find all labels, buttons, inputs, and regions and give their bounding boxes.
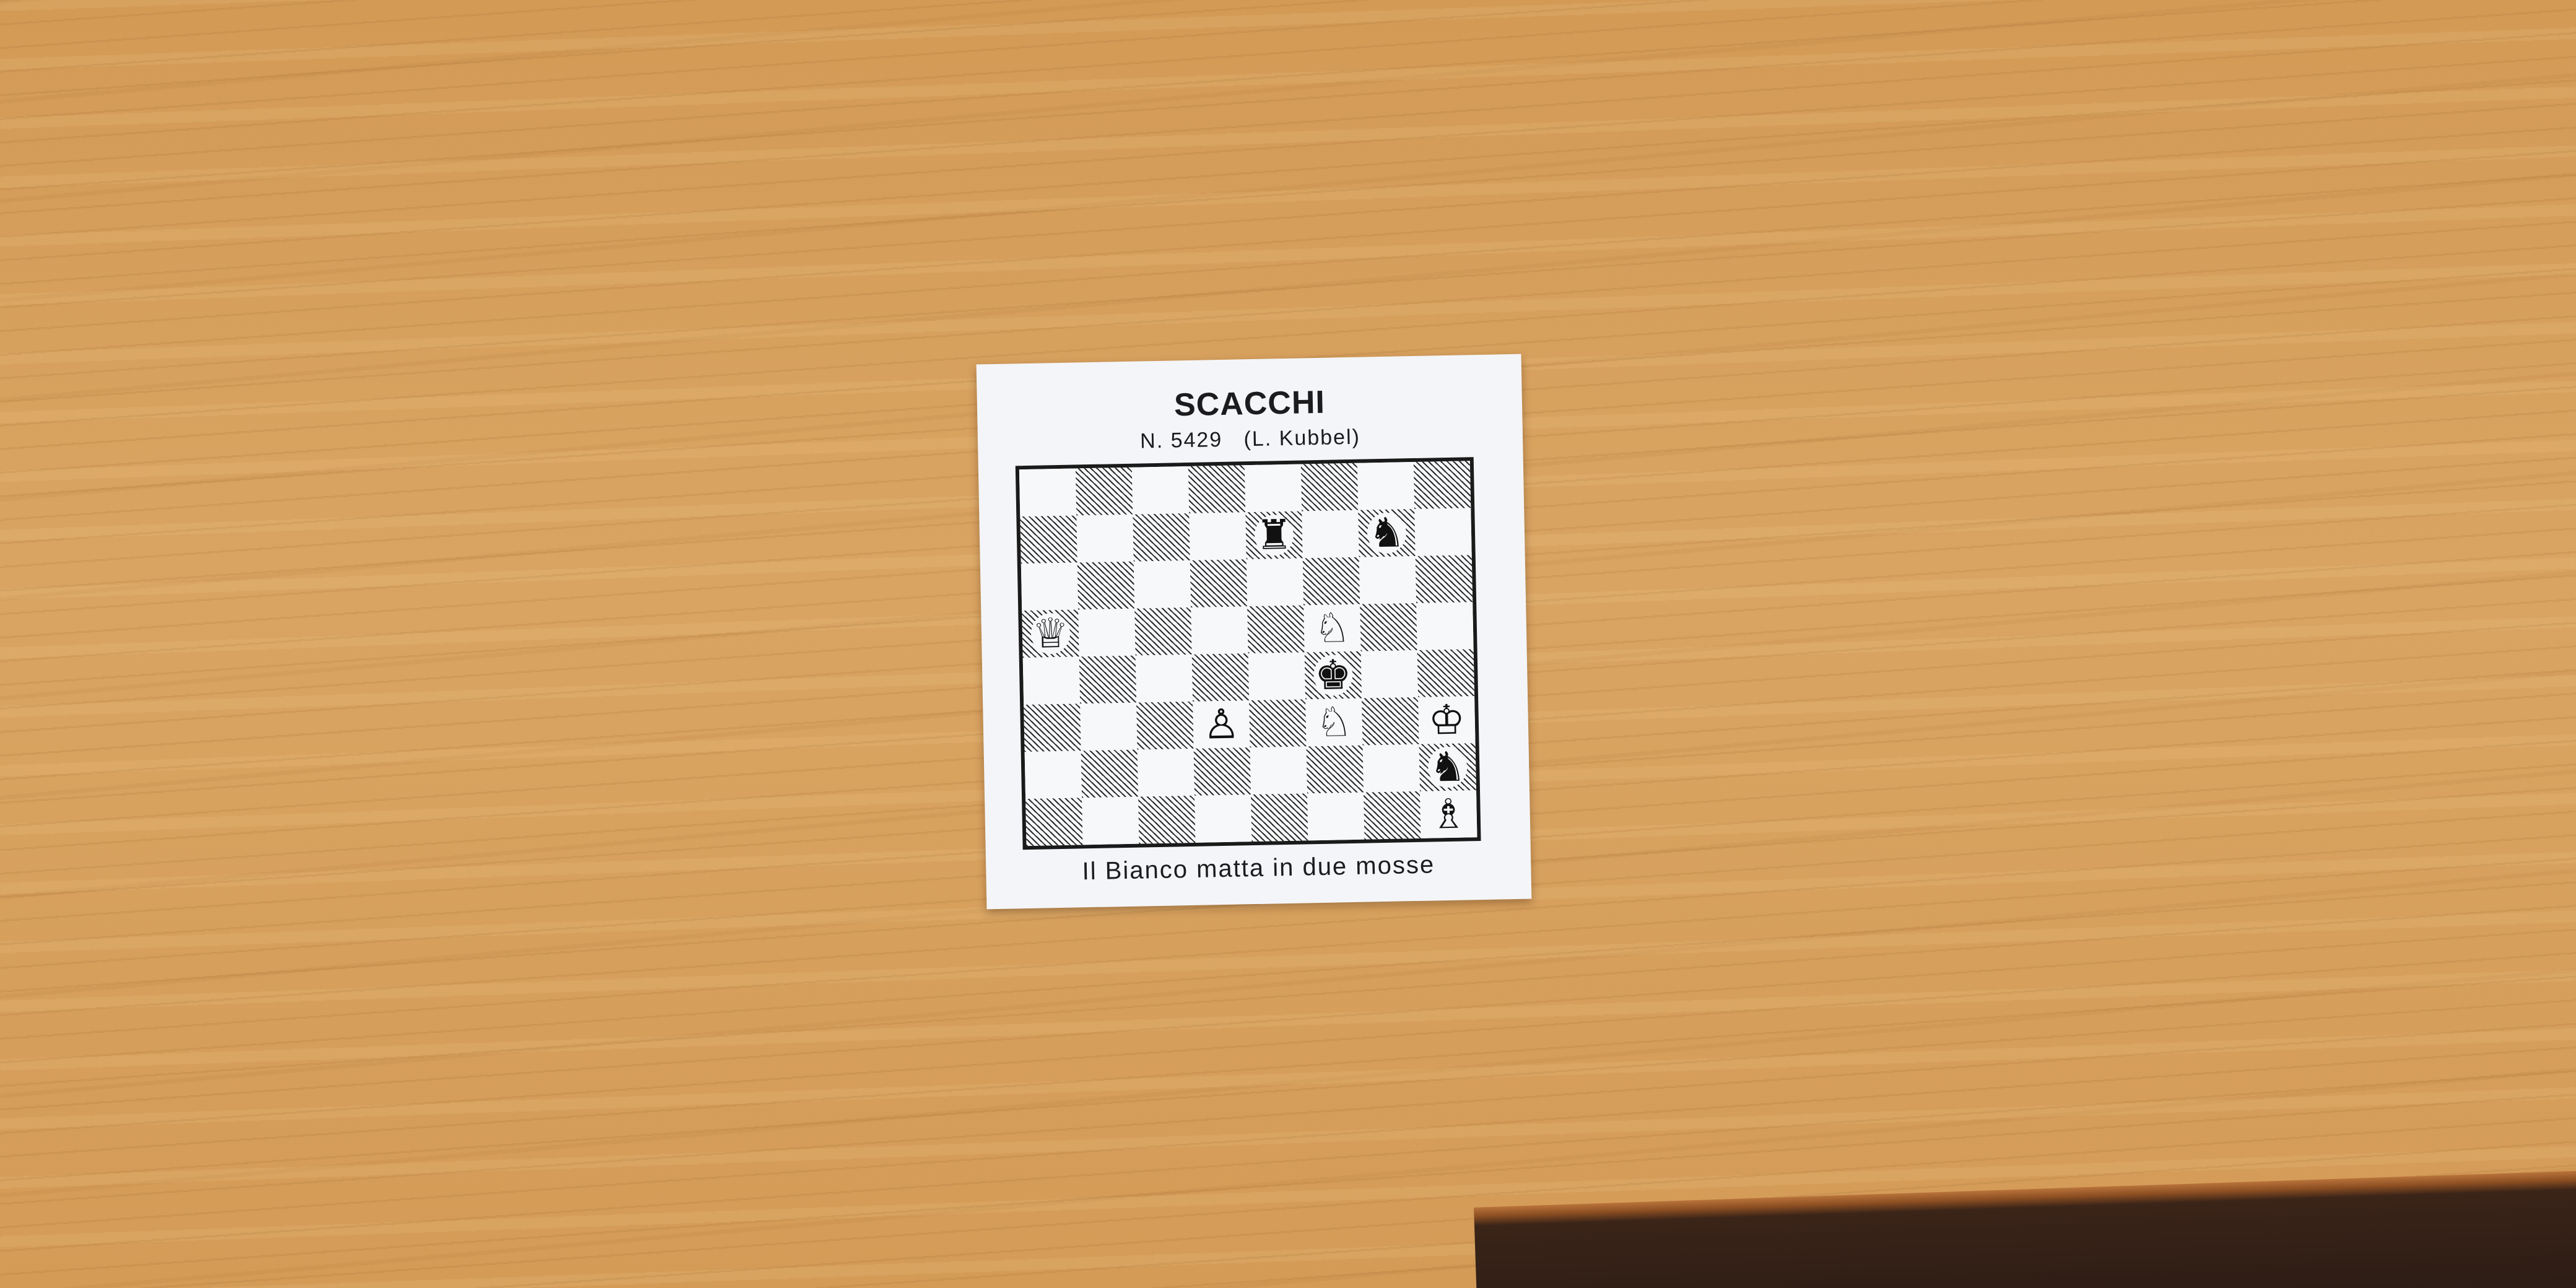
square-f5: ♘ [1303, 604, 1361, 653]
square-e8 [1244, 464, 1302, 513]
puzzle-card: SCACCHI N. 5429 (L. Kubbel) ♜ ♞ ♕ ♘ ♚ ♙ ♘ ♔ ♞ ♗ I… [976, 354, 1532, 910]
square-b4 [1079, 655, 1137, 704]
square-a6 [1020, 562, 1079, 611]
square-d2 [1193, 747, 1251, 796]
square-d5 [1191, 606, 1248, 655]
square-h1: ♗ [1420, 790, 1477, 838]
white-knight-piece: ♘ [1312, 604, 1352, 653]
square-e3 [1249, 699, 1307, 748]
square-h2: ♞ [1419, 742, 1476, 791]
square-g3 [1362, 697, 1419, 746]
square-b6 [1077, 561, 1135, 610]
square-a1 [1025, 798, 1083, 846]
square-d3: ♙ [1193, 700, 1250, 749]
square-c4 [1135, 654, 1193, 703]
square-e5 [1247, 605, 1305, 654]
square-c6 [1133, 560, 1191, 609]
square-c7 [1133, 513, 1190, 562]
square-d1 [1194, 794, 1252, 843]
square-a8 [1019, 468, 1077, 517]
chess-board: ♜ ♞ ♕ ♘ ♚ ♙ ♘ ♔ ♞ ♗ [1015, 457, 1481, 850]
square-g8 [1357, 462, 1415, 510]
square-f2 [1306, 745, 1364, 794]
square-d7 [1189, 512, 1247, 560]
black-king-piece: ♚ [1313, 650, 1354, 700]
square-f8 [1300, 463, 1359, 511]
square-b2 [1081, 749, 1139, 798]
table-edge [1474, 1168, 2576, 1288]
square-h7 [1414, 508, 1472, 556]
square-b7 [1076, 514, 1134, 563]
square-g6 [1359, 555, 1417, 604]
square-h4 [1417, 649, 1475, 697]
square-d8 [1188, 465, 1246, 513]
square-e2 [1250, 746, 1308, 795]
square-d4 [1191, 653, 1250, 702]
square-c5 [1134, 607, 1192, 656]
square-e6 [1246, 558, 1304, 607]
square-g7: ♞ [1358, 508, 1416, 557]
square-c8 [1131, 466, 1190, 515]
puzzle-caption: Il Bianco matta in due mosse [1082, 851, 1435, 886]
black-knight-piece: ♞ [1367, 508, 1407, 557]
square-b3 [1080, 702, 1138, 751]
square-e1 [1251, 793, 1308, 842]
white-king-piece: ♔ [1427, 695, 1467, 744]
square-f3: ♘ [1305, 697, 1363, 747]
square-d6 [1190, 559, 1248, 607]
square-h3: ♔ [1418, 695, 1476, 744]
puzzle-subtitle: N. 5429 (L. Kubbel) [1139, 425, 1361, 453]
square-b8 [1075, 467, 1133, 516]
black-rook-piece: ♜ [1254, 510, 1294, 559]
square-g5 [1360, 603, 1417, 651]
square-c1 [1138, 795, 1196, 844]
square-c2 [1137, 748, 1195, 797]
square-h6 [1415, 555, 1473, 603]
square-b5 [1078, 608, 1136, 657]
square-f1 [1307, 792, 1365, 841]
black-knight-piece: ♞ [1427, 742, 1468, 791]
square-h5 [1416, 602, 1474, 650]
square-a7 [1020, 515, 1077, 564]
square-f6 [1302, 557, 1360, 606]
square-f7 [1302, 510, 1359, 559]
square-a2 [1024, 751, 1082, 799]
white-bishop-piece: ♗ [1429, 790, 1469, 838]
square-f4: ♚ [1304, 650, 1362, 700]
square-e4 [1248, 652, 1306, 701]
square-a5: ♕ [1022, 609, 1079, 658]
white-queen-piece: ♕ [1030, 609, 1071, 658]
square-g1 [1364, 791, 1421, 840]
square-h8 [1413, 461, 1471, 509]
square-g4 [1360, 650, 1419, 698]
square-e7: ♜ [1245, 510, 1303, 560]
square-c3 [1136, 701, 1194, 750]
square-a4 [1022, 656, 1081, 705]
square-a3 [1024, 703, 1081, 752]
square-g2 [1362, 744, 1421, 793]
white-knight-piece: ♘ [1314, 697, 1354, 747]
puzzle-title: SCACCHI [1173, 384, 1326, 424]
square-b1 [1082, 796, 1139, 845]
white-pawn-piece: ♙ [1201, 700, 1242, 749]
